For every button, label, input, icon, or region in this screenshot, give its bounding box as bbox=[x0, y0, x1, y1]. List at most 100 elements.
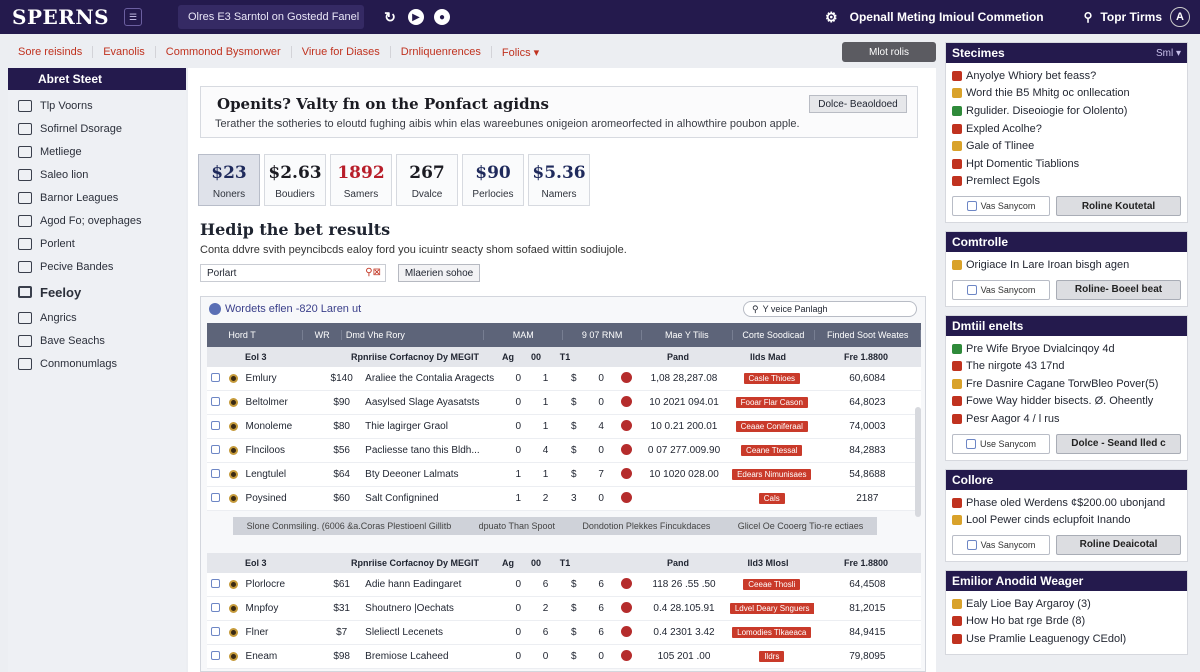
sidebar-item-9[interactable]: Angrics bbox=[8, 306, 186, 329]
side-card-item[interactable]: The nirgote 43 17nd bbox=[952, 357, 1181, 375]
header-cell[interactable]: Corte Soodicad bbox=[733, 330, 816, 340]
sidebar-item-11[interactable]: Conmonumlags bbox=[8, 352, 186, 375]
table-scrollbar[interactable] bbox=[915, 407, 921, 517]
top-right-label[interactable]: Openall Meting Imioul Commetion bbox=[850, 10, 1044, 24]
sidebar-section[interactable]: Feeloy bbox=[8, 278, 186, 306]
side-card-item[interactable]: Word thie B5 Mhitg oc onllecation bbox=[952, 85, 1181, 103]
side-card-item[interactable]: Premlect Egols bbox=[952, 173, 1181, 191]
stat-card[interactable]: 1892 Samers bbox=[330, 154, 392, 206]
sidebar-item-8[interactable]: Pecive Bandes bbox=[8, 255, 186, 278]
sidebar-item-7[interactable]: Porlent bbox=[8, 232, 186, 255]
row-checkbox[interactable] bbox=[211, 372, 221, 382]
table-row[interactable]: Mnpfoy $31 Shoutnero |Oechats 0 2 $6 0.4 28.10… bbox=[207, 597, 921, 621]
sidebar-item-4[interactable]: Saleo lion bbox=[8, 163, 186, 186]
side-card-dropdown[interactable]: Sml ▾ bbox=[1156, 48, 1181, 59]
side-card-item[interactable]: How Ho bat rge Brde (8) bbox=[952, 613, 1181, 631]
stat-card[interactable]: $23 Noners bbox=[198, 154, 260, 206]
subnav-right-button[interactable]: Mlot rolis bbox=[842, 42, 936, 62]
header-cell[interactable]: MAM bbox=[484, 330, 564, 340]
side-card-item[interactable]: Rgulider. Diseoiogie for Ololento) bbox=[952, 102, 1181, 120]
side-card-item[interactable]: Origiace In Lare Iroan bisgh agen bbox=[952, 256, 1181, 274]
table-row[interactable]: Flnciloos $56 Pacliesse tano this Bldh... 0… bbox=[207, 439, 921, 463]
subnav-item-3[interactable]: Commonod Bysmorwer bbox=[156, 46, 292, 58]
header-cell[interactable]: Hord T bbox=[224, 330, 304, 340]
sidebar-item-3[interactable]: Metliege bbox=[8, 140, 186, 163]
sidebar-item-5[interactable]: Barnor Leagues bbox=[8, 186, 186, 209]
status-badge[interactable]: Ceeae Thosli bbox=[743, 579, 801, 590]
status-badge[interactable]: Ceaae Coniferaal bbox=[735, 421, 808, 432]
side-card-action-button[interactable]: Roline Deaicotal bbox=[1056, 534, 1181, 555]
profile-icon[interactable]: A bbox=[1170, 7, 1190, 27]
stat-card[interactable]: $5.36 Namers bbox=[528, 154, 590, 206]
sidebar-item-1[interactable]: Tlp Voorns bbox=[8, 94, 186, 117]
table-filter-input[interactable]: ⚲ Y veice Panlagh bbox=[743, 301, 917, 317]
row-checkbox[interactable] bbox=[211, 444, 221, 454]
table-row[interactable]: Poysined $60 Salt Confignined 1 2 3 0 Cals 2187 bbox=[207, 487, 921, 511]
side-card-link-button[interactable]: Use Sanycom bbox=[952, 433, 1050, 454]
side-card-item[interactable]: Hpt Domentic Tiablions bbox=[952, 155, 1181, 173]
status-badge[interactable]: Casle Thioes bbox=[743, 373, 801, 384]
row-checkbox[interactable] bbox=[211, 626, 221, 636]
side-card-item[interactable]: Anyolye Whiory bet feass? bbox=[952, 67, 1181, 85]
promo-button[interactable]: Dolce- Beaoldoed bbox=[809, 95, 907, 113]
side-card-action-button[interactable]: Roline- Boeel beat bbox=[1056, 279, 1181, 300]
table-row[interactable]: Lengtulel $64 Bty Deeoner Lalmats 1 1 $7 10 10… bbox=[207, 463, 921, 487]
side-card-link-button[interactable]: Vas Sanycom bbox=[952, 534, 1050, 555]
app-logo[interactable]: SPERNS bbox=[12, 5, 124, 29]
side-card-action-button[interactable]: Dolce - Seand lled c bbox=[1056, 433, 1181, 454]
row-checkbox[interactable] bbox=[211, 396, 221, 406]
side-card-item[interactable]: Ealy Lioe Bay Argaroy (3) bbox=[952, 595, 1181, 613]
status-badge[interactable]: Ildrs bbox=[759, 651, 785, 662]
row-checkbox[interactable] bbox=[211, 650, 221, 660]
pin-icon[interactable]: ⚲ bbox=[1084, 10, 1093, 24]
side-card-title[interactable]: Comtrolle bbox=[946, 232, 1187, 253]
table-row[interactable]: Flner $7 Sleliectl Lecenets 0 6 $6 0.4 2301 3.… bbox=[207, 621, 921, 645]
sidebar-header[interactable]: Abret Steet bbox=[8, 68, 186, 90]
side-card-item[interactable]: Fowe Way hidder bisects. Ø. Oheently bbox=[952, 393, 1181, 411]
header-cell[interactable]: WR bbox=[303, 330, 342, 340]
row-checkbox[interactable] bbox=[211, 420, 221, 430]
stat-card[interactable]: $2.63 Boudiers bbox=[264, 154, 326, 206]
chat-icon[interactable]: ● bbox=[434, 9, 450, 25]
subnav-item-2[interactable]: Evanolis bbox=[93, 46, 156, 58]
header-cell[interactable]: Mae Y Tilis bbox=[642, 330, 733, 340]
side-card-item[interactable]: Use Pramlie Leaguenogy CEdol) bbox=[952, 630, 1181, 648]
side-card-item[interactable]: Pesr Aagor 4 / l rus bbox=[952, 410, 1181, 428]
status-badge[interactable]: Fooar Flar Cason bbox=[735, 397, 808, 408]
table-row[interactable]: Monoleme $80 Thie lagirger Graol 0 1 $4 10 0.2… bbox=[207, 415, 921, 439]
row-checkbox[interactable] bbox=[211, 578, 221, 588]
table-row[interactable]: Beltolmer $90 Aasylsed Slage Ayasatsts 0 1 $0… bbox=[207, 391, 921, 415]
side-card-title[interactable]: Collore bbox=[946, 469, 1187, 490]
table-row[interactable]: Eneam $98 Bremiose Lcaheed 0 0 $0 105 201 .00 I… bbox=[207, 645, 921, 669]
subnav-item-6[interactable]: Folics ▾ bbox=[492, 46, 549, 59]
row-checkbox[interactable] bbox=[211, 602, 221, 612]
gear-icon[interactable]: ⚙ bbox=[825, 9, 838, 26]
side-card-item[interactable]: Pre Wife Bryoe Dvialcinqoy 4d bbox=[952, 340, 1181, 358]
search-bar[interactable]: Olres E3 Sarntol on Gostedd Fanel bbox=[178, 5, 364, 29]
header-cell[interactable]: 9 07 RNM bbox=[563, 330, 643, 340]
side-card-link-button[interactable]: Vas Sanycom bbox=[952, 279, 1050, 300]
status-badge[interactable]: Ceane Ttessal bbox=[741, 445, 803, 456]
subnav-item-5[interactable]: Drnliquenrences bbox=[391, 46, 492, 58]
row-checkbox[interactable] bbox=[211, 492, 221, 502]
side-card-item[interactable]: Expled Acolhe? bbox=[952, 120, 1181, 138]
top-right-label-2[interactable]: Topr Tirms bbox=[1100, 10, 1162, 24]
side-card-item[interactable]: Lool Pewer cinds eclupfoit Inando bbox=[952, 511, 1181, 529]
status-badge[interactable]: Lomodies Tlkaeaca bbox=[732, 627, 812, 638]
header-cell[interactable]: Finded Soot Weates bbox=[815, 330, 922, 340]
subnav-item-1[interactable]: Sore reisinds bbox=[8, 46, 94, 58]
side-card-title[interactable]: Stecimes Sml ▾ bbox=[946, 43, 1187, 63]
status-badge[interactable]: Ldvel Deary Snguers bbox=[729, 603, 814, 614]
subnav-item-4[interactable]: Virue for Diases bbox=[292, 46, 391, 58]
sidebar-item-10[interactable]: Bave Seachs bbox=[8, 329, 186, 352]
row-checkbox[interactable] bbox=[211, 468, 221, 478]
filter-button[interactable]: Mlaerien sohoe bbox=[398, 264, 480, 282]
side-card-link-button[interactable]: Vas Sanycom bbox=[952, 196, 1050, 217]
stat-card[interactable]: $90 Perlocies bbox=[462, 154, 524, 206]
table-row[interactable]: Plorlocre $61 Adie hann Eadingaret 0 6 $6 118 … bbox=[207, 573, 921, 597]
table-row[interactable]: Emlury $140 Araliee the Contalia Aragects 0… bbox=[207, 367, 921, 391]
side-card-item[interactable]: Fre Dasnire Cagane TorwBleo Pover(5) bbox=[952, 375, 1181, 393]
side-card-title[interactable]: Emilior Anodid Weager bbox=[946, 570, 1187, 591]
side-card-item[interactable]: Gale of Tlinee bbox=[952, 137, 1181, 155]
stat-card[interactable]: 267 Dvalce bbox=[396, 154, 458, 206]
